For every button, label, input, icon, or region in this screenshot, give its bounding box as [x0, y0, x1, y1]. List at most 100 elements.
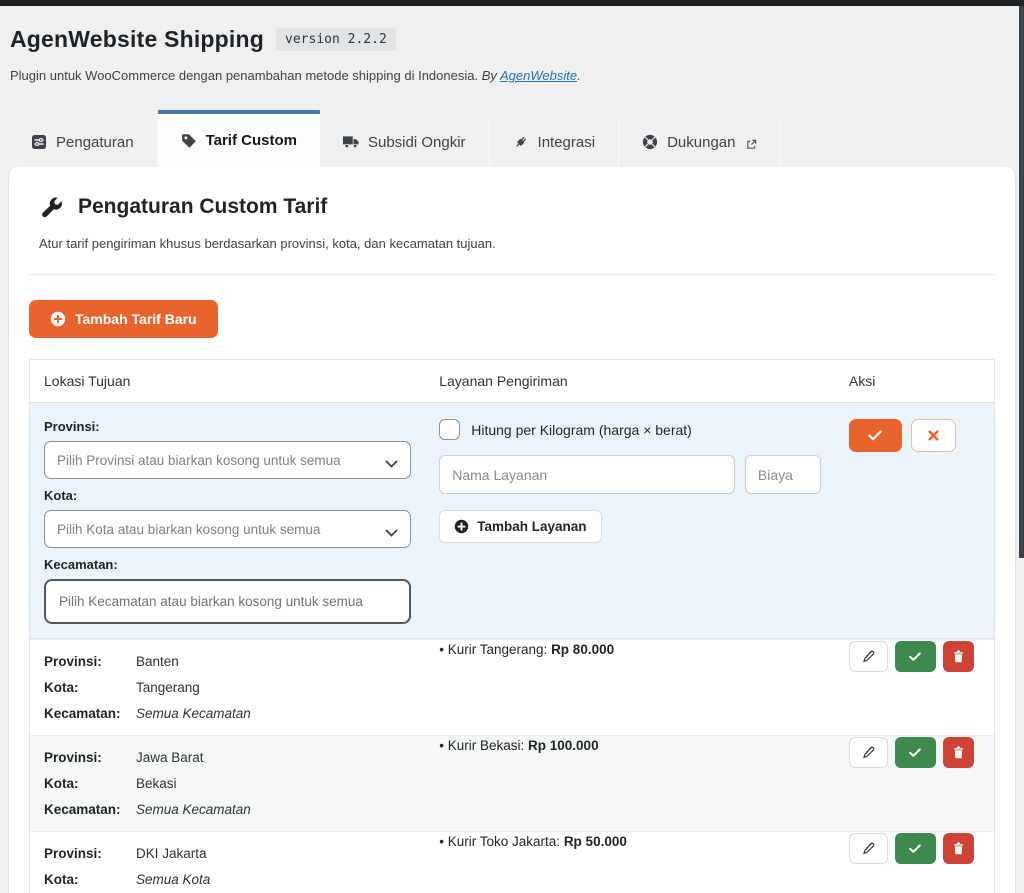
- tab-subsidi-ongkir[interactable]: Subsidi Ongkir: [320, 117, 490, 167]
- kota-value: Tangerang: [136, 680, 411, 695]
- external-link-icon: [746, 137, 757, 148]
- check-icon: [909, 844, 921, 853]
- truck-icon: [343, 134, 359, 150]
- service-name: Kurir Bekasi:: [448, 738, 525, 753]
- tariff-row: Provinsi: Banten Kota: Tangerang Kecamat…: [30, 639, 994, 735]
- actions-cell: [835, 832, 994, 893]
- service-cost-input[interactable]: [745, 455, 821, 494]
- kota-label: Kota:: [44, 680, 136, 695]
- divider: [29, 274, 995, 275]
- page-description-text: Plugin untuk WooCommerce dengan penambah…: [10, 68, 478, 83]
- page-header: AgenWebsite Shipping version 2.2.2 Plugi…: [0, 6, 1024, 83]
- services-cell: • Kurir Bekasi: Rp 100.000: [425, 736, 835, 831]
- service-price: Rp 50.000: [564, 834, 627, 849]
- tariff-table: Lokasi Tujuan Layanan Pengiriman Aksi Pr…: [29, 359, 995, 893]
- edit-row-button[interactable]: [849, 737, 888, 768]
- edit-row-button[interactable]: [849, 641, 888, 672]
- pencil-icon: [862, 842, 875, 855]
- trash-icon: [953, 746, 964, 759]
- agenwebsite-link[interactable]: AgenWebsite: [500, 68, 577, 83]
- service-name-input[interactable]: [439, 455, 735, 494]
- location-cell: Provinsi: Jawa Barat Kota: Bekasi Kecama…: [30, 736, 425, 831]
- tab-label: Dukungan: [667, 134, 735, 151]
- provinsi-value: Banten: [136, 654, 411, 669]
- kecamatan-label: Kecamatan:: [44, 557, 411, 572]
- provinsi-select[interactable]: Pilih Provinsi atau biarkan kosong untuk…: [44, 441, 411, 479]
- add-tariff-label: Tambah Tarif Baru: [75, 311, 197, 327]
- delete-row-button[interactable]: [943, 833, 974, 864]
- kecamatan-input[interactable]: [44, 579, 411, 624]
- kecamatan-label: Kecamatan:: [44, 706, 136, 721]
- section-title: Pengaturan Custom Tarif: [78, 195, 327, 219]
- section-description: Atur tarif pengiriman khusus berdasarkan…: [39, 236, 995, 251]
- service-price: Rp 80.000: [551, 642, 614, 657]
- editor-actions-cell: [835, 403, 994, 638]
- delete-row-button[interactable]: [943, 641, 974, 672]
- tab-label: Subsidi Ongkir: [368, 134, 466, 151]
- tab-bar: Pengaturan Tarif Custom Subsidi Ongkir I…: [0, 110, 1024, 167]
- scrollbar-thumb[interactable]: [1019, 6, 1024, 558]
- trash-icon: [953, 650, 964, 663]
- version-badge: version 2.2.2: [276, 28, 396, 51]
- tab-label: Pengaturan: [56, 134, 134, 151]
- approve-row-button[interactable]: [895, 737, 936, 768]
- provinsi-value: DKI Jakarta: [136, 846, 411, 861]
- check-icon: [909, 748, 921, 757]
- editor-location-cell: Provinsi: Pilih Provinsi atau biarkan ko…: [30, 403, 425, 638]
- kota-value: Semua Kota: [136, 872, 411, 887]
- tariff-row: Provinsi: DKI Jakarta Kota: Semua Kota K…: [30, 831, 994, 893]
- kota-value: Bekasi: [136, 776, 411, 791]
- trash-icon: [953, 842, 964, 855]
- tab-pengaturan[interactable]: Pengaturan: [8, 117, 158, 167]
- kota-select[interactable]: Pilih Kota atau biarkan kosong untuk sem…: [44, 510, 411, 548]
- tariff-row: Provinsi: Jawa Barat Kota: Bekasi Kecama…: [30, 735, 994, 831]
- bullet: •: [439, 642, 444, 657]
- add-service-label: Tambah Layanan: [477, 519, 586, 534]
- plus-circle-icon: [454, 519, 469, 534]
- column-header-actions: Aksi: [835, 360, 994, 402]
- kota-label: Kota:: [44, 776, 136, 791]
- approve-row-button[interactable]: [895, 833, 936, 864]
- provinsi-label: Provinsi:: [44, 654, 136, 669]
- service-name: Kurir Toko Jakarta:: [448, 834, 560, 849]
- approve-row-button[interactable]: [895, 641, 936, 672]
- provinsi-label: Provinsi:: [44, 419, 411, 434]
- provinsi-label: Provinsi:: [44, 750, 136, 765]
- service-price: Rp 100.000: [528, 738, 599, 753]
- page-description: Plugin untuk WooCommerce dengan penambah…: [10, 68, 1012, 83]
- tab-label: Integrasi: [538, 134, 596, 151]
- actions-cell: [835, 736, 994, 831]
- service-name: Kurir Tangerang:: [448, 642, 548, 657]
- editor-services-cell: Hitung per Kilogram (harga × berat) Tamb…: [425, 403, 835, 638]
- confirm-tariff-button[interactable]: [849, 419, 902, 452]
- pencil-icon: [862, 650, 875, 663]
- per-kg-checkbox[interactable]: [439, 419, 460, 440]
- provinsi-value: Jawa Barat: [136, 750, 411, 765]
- delete-row-button[interactable]: [943, 737, 974, 768]
- edit-row-button[interactable]: [849, 833, 888, 864]
- kota-label: Kota:: [44, 488, 411, 503]
- pencil-icon: [862, 746, 875, 759]
- kecamatan-label: Kecamatan:: [44, 802, 136, 817]
- tab-integrasi[interactable]: Integrasi: [490, 117, 620, 167]
- tariff-editor-row: Provinsi: Pilih Provinsi atau biarkan ko…: [30, 403, 994, 639]
- column-header-location: Lokasi Tujuan: [30, 360, 425, 402]
- kota-select-placeholder: Pilih Kota atau biarkan kosong untuk sem…: [57, 522, 320, 537]
- table-header-row: Lokasi Tujuan Layanan Pengiriman Aksi: [30, 360, 994, 403]
- services-cell: • Kurir Tangerang: Rp 80.000: [425, 640, 835, 735]
- add-service-button[interactable]: Tambah Layanan: [439, 510, 601, 543]
- life-ring-icon: [642, 134, 658, 150]
- tab-tarif-custom[interactable]: Tarif Custom: [158, 110, 320, 167]
- sliders-square-icon: [31, 134, 47, 150]
- bullet: •: [439, 834, 444, 849]
- cancel-tariff-button[interactable]: [911, 419, 956, 452]
- wrench-icon: [39, 195, 63, 219]
- check-icon: [909, 652, 921, 661]
- add-tariff-button[interactable]: Tambah Tarif Baru: [29, 300, 218, 338]
- chevron-down-icon: [385, 456, 398, 465]
- tab-dukungan[interactable]: Dukungan: [619, 117, 781, 167]
- location-cell: Provinsi: DKI Jakarta Kota: Semua Kota K…: [30, 832, 425, 893]
- plug-icon: [513, 134, 529, 150]
- close-icon: [928, 430, 939, 441]
- check-icon: [868, 430, 882, 441]
